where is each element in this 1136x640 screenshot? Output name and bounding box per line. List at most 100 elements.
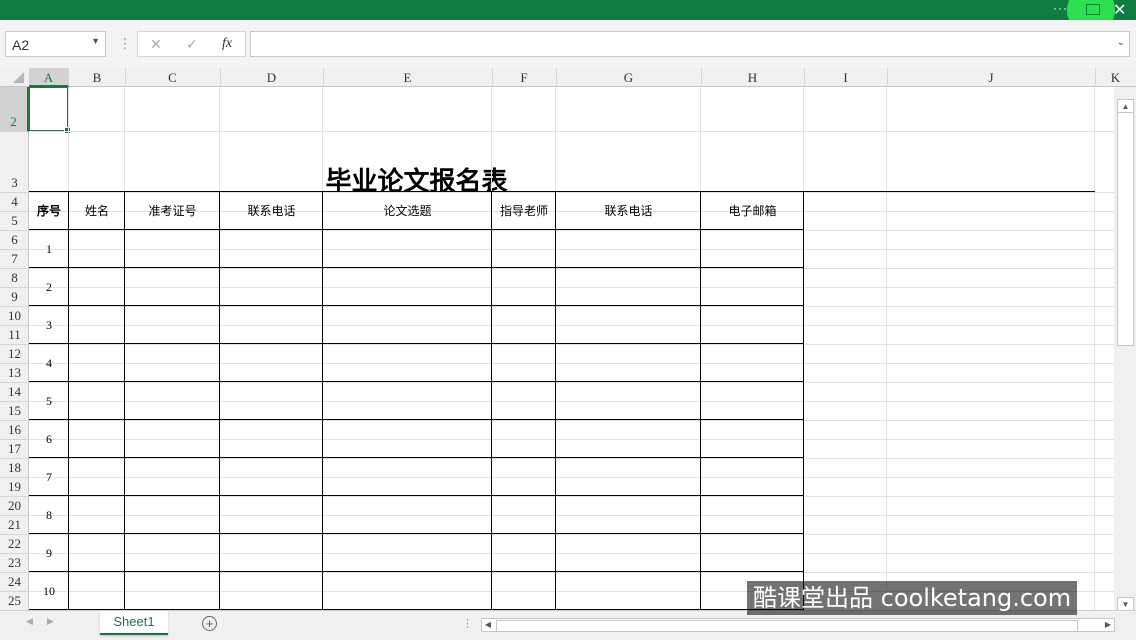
chevron-down-icon[interactable]: ▼ <box>91 36 100 46</box>
scroll-left-icon[interactable]: ◀ <box>482 619 494 631</box>
table-border <box>29 343 803 344</box>
column-header-j[interactable]: J <box>887 68 1096 87</box>
table-header-7[interactable]: 电子邮箱 <box>701 192 804 230</box>
horizontal-scrollbar[interactable]: ◀ ▶ <box>481 618 1115 632</box>
gridline <box>29 420 1114 421</box>
serial-cell[interactable]: 4 <box>29 344 69 382</box>
row-header-12[interactable]: 12 <box>0 345 29 364</box>
row-header-5[interactable]: 5 <box>0 212 29 231</box>
tab-split-handle-icon[interactable]: ⋮ <box>462 617 473 630</box>
sheet-nav-arrows[interactable]: ◀▶ <box>26 616 68 627</box>
column-header-i[interactable]: I <box>804 68 888 87</box>
gridline <box>29 306 1114 307</box>
serial-cell[interactable]: 5 <box>29 382 69 420</box>
row-header-25[interactable]: 25 <box>0 592 29 611</box>
row-number: 23 <box>8 555 21 570</box>
row-header-22[interactable]: 22 <box>0 535 29 554</box>
row-number: 14 <box>8 384 21 399</box>
serial-cell[interactable]: 9 <box>29 534 69 572</box>
column-header-h[interactable]: H <box>701 68 805 87</box>
vertical-scroll-thumb[interactable] <box>1117 112 1134 346</box>
row-number: 20 <box>8 498 21 513</box>
column-header-f[interactable]: F <box>492 68 557 87</box>
column-header-e[interactable]: E <box>323 68 493 87</box>
table-header-0[interactable]: 序号 <box>29 192 69 230</box>
row-header-21[interactable]: 21 <box>0 516 29 535</box>
cancel-icon[interactable]: ✕ <box>150 36 162 53</box>
gridline <box>29 325 1114 326</box>
scroll-right-icon[interactable]: ▶ <box>1102 619 1114 631</box>
table-header-3[interactable]: 联系电话 <box>220 192 323 230</box>
table-header-2[interactable]: 准考证号 <box>125 192 220 230</box>
column-header-d[interactable]: D <box>220 68 324 87</box>
formula-input[interactable]: ⌄ <box>250 31 1130 57</box>
serial-cell[interactable]: 2 <box>29 268 69 306</box>
row-header-23[interactable]: 23 <box>0 554 29 573</box>
table-header-5[interactable]: 指导老师 <box>492 192 556 230</box>
add-sheet-icon[interactable]: + <box>202 616 217 631</box>
row-header-19[interactable]: 19 <box>0 478 29 497</box>
gridline <box>29 268 1114 269</box>
row-header-17[interactable]: 17 <box>0 440 29 459</box>
row-header-14[interactable]: 14 <box>0 383 29 402</box>
row-header-8[interactable]: 8 <box>0 269 29 288</box>
row-number: 2 <box>10 114 17 129</box>
table-header-4[interactable]: 论文选题 <box>323 192 492 230</box>
gridline <box>29 477 1114 478</box>
row-number: 5 <box>11 213 18 228</box>
row-number: 4 <box>11 194 18 209</box>
row-header-13[interactable]: 13 <box>0 364 29 383</box>
restore-icon[interactable] <box>1086 4 1100 15</box>
serial-cell[interactable]: 3 <box>29 306 69 344</box>
row-header-18[interactable]: 18 <box>0 459 29 478</box>
table-header-1[interactable]: 姓名 <box>69 192 125 230</box>
serial-cell[interactable]: 7 <box>29 458 69 496</box>
drag-handle-icon[interactable]: ⋮ <box>118 35 132 52</box>
row-header-10[interactable]: 10 <box>0 307 29 326</box>
row-header-7[interactable]: 7 <box>0 250 29 269</box>
gridline <box>29 344 1114 345</box>
row-header-20[interactable]: 20 <box>0 497 29 516</box>
more-options-icon[interactable]: ··· <box>1053 1 1068 15</box>
row-header-9[interactable]: 9 <box>0 288 29 307</box>
select-all-corner[interactable] <box>0 68 30 87</box>
row-number: 11 <box>8 327 21 342</box>
column-header-row: ABCDEFGHIJK <box>0 68 1136 87</box>
serial-cell[interactable]: 1 <box>29 230 69 268</box>
row-header-11[interactable]: 11 <box>0 326 29 345</box>
column-header-b[interactable]: B <box>69 68 126 87</box>
vertical-scrollbar[interactable]: ▲ ▼ <box>1114 87 1136 613</box>
row-number: 15 <box>8 403 21 418</box>
horizontal-scroll-thumb[interactable] <box>496 620 1078 632</box>
row-header-6[interactable]: 6 <box>0 231 29 250</box>
name-box[interactable]: A2 ▼ <box>5 31 106 57</box>
close-icon[interactable]: ✕ <box>1113 0 1126 20</box>
gridline <box>1094 87 1095 610</box>
row-number: 10 <box>8 308 21 323</box>
row-number: 12 <box>8 346 21 361</box>
watermark: 酷课堂出品 coolketang.com <box>747 581 1078 615</box>
serial-cell[interactable]: 8 <box>29 496 69 534</box>
row-header-4[interactable]: 4 <box>0 193 29 212</box>
table-header-6[interactable]: 联系电话 <box>556 192 701 230</box>
sheet-tab-sheet1[interactable]: Sheet1 <box>100 611 168 635</box>
insert-function-icon[interactable]: fx <box>222 36 232 52</box>
row-header-16[interactable]: 16 <box>0 421 29 440</box>
row-number: 9 <box>11 289 18 304</box>
expand-formula-icon[interactable]: ⌄ <box>1117 37 1125 48</box>
row-header-2[interactable]: 2 <box>0 87 29 132</box>
row-header-24[interactable]: 24 <box>0 573 29 592</box>
check-icon[interactable]: ✓ <box>186 36 198 53</box>
active-cell-selection[interactable] <box>29 87 71 134</box>
column-header-a[interactable]: A <box>29 68 69 87</box>
serial-cell[interactable]: 10 <box>29 572 69 610</box>
column-header-g[interactable]: G <box>556 68 702 87</box>
worksheet-grid[interactable]: 毕业论文报名表 序号 姓名 准考证号 联系电话 论文选题 指导老师 联系电话 电子邮箱 1 2 3 4… <box>29 87 1114 610</box>
serial-cell[interactable]: 6 <box>29 420 69 458</box>
column-header-c[interactable]: C <box>125 68 221 87</box>
name-box-value: A2 <box>12 37 30 53</box>
column-header-k[interactable]: K <box>1095 68 1136 87</box>
table-border <box>29 419 803 420</box>
row-header-15[interactable]: 15 <box>0 402 29 421</box>
row-header-3[interactable]: 3 <box>0 132 29 193</box>
